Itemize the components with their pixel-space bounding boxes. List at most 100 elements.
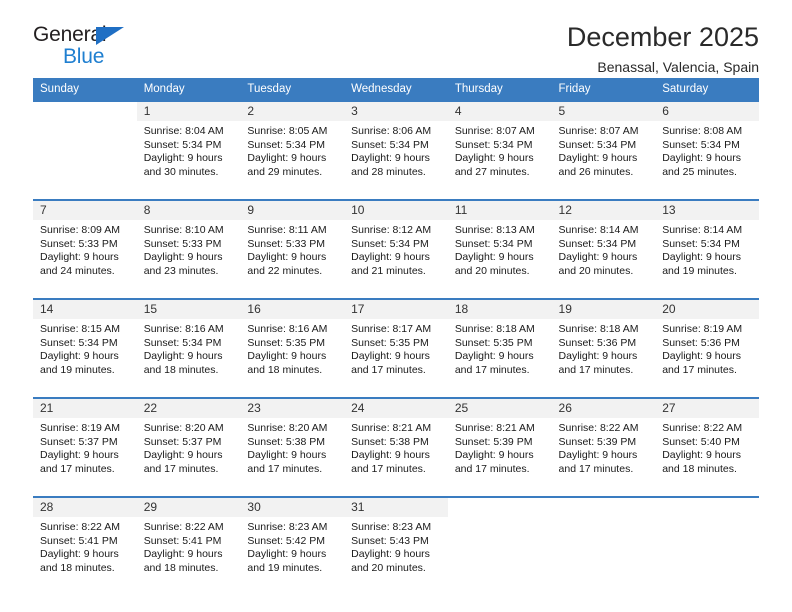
calendar-day-cell[interactable]: 21 Sunrise: 8:19 AM Sunset: 5:37 PM Dayligh… (33, 397, 137, 487)
day-detail-line: Sunset: 5:34 PM (454, 138, 533, 151)
logo-text-blue: Blue (63, 45, 105, 68)
day-number: 8 (136, 201, 241, 220)
day-number: 1 (136, 102, 241, 121)
calendar-day-cell[interactable]: 2 Sunrise: 8:05 AM Sunset: 5:34 PM Daylight… (240, 100, 345, 190)
day-details: Sunrise: 8:20 AM Sunset: 5:38 PM Daylight:… (240, 418, 344, 476)
calendar-day-cell[interactable]: 26 Sunrise: 8:22 AM Sunset: 5:39 PM Dayligh… (551, 397, 656, 487)
day-detail-line: Sunrise: 8:19 AM (40, 422, 120, 434)
calendar-day-cell[interactable]: 18 Sunrise: 8:18 AM Sunset: 5:35 PM Dayligh… (447, 298, 552, 388)
day-detail-line: Sunrise: 8:14 AM (558, 224, 639, 236)
calendar-day-cell[interactable]: 13 Sunrise: 8:14 AM Sunset: 5:34 PM Dayligh… (655, 199, 759, 289)
day-detail-line: Daylight: 9 hours (40, 251, 119, 264)
day-details: Sunrise: 8:19 AM Sunset: 5:36 PM Daylight:… (655, 319, 759, 377)
day-detail-line: and 18 minutes. (662, 462, 737, 475)
calendar-day-cell[interactable]: 3 Sunrise: 8:06 AM Sunset: 5:34 PM Daylight… (344, 100, 448, 190)
calendar-day-cell[interactable]: 5 Sunrise: 8:07 AM Sunset: 5:34 PM Daylight… (551, 100, 656, 190)
calendar-day-cell[interactable]: 17 Sunrise: 8:17 AM Sunset: 5:35 PM Dayligh… (344, 298, 448, 388)
day-number: 23 (240, 399, 345, 418)
day-detail-line: Sunrise: 8:07 AM (454, 125, 535, 137)
day-details: Sunrise: 8:15 AM Sunset: 5:34 PM Daylight:… (33, 319, 137, 377)
calendar-day-cell[interactable]: 30 Sunrise: 8:23 AM Sunset: 5:42 PM Dayligh… (240, 496, 345, 586)
day-number: 2 (240, 102, 345, 121)
page-subtitle: Benassal, Valencia, Spain (597, 59, 759, 76)
weekday-header-cell: Wednesday (344, 78, 448, 101)
calendar-week-row: 28 Sunrise: 8:22 AM Sunset: 5:41 PM Dayligh… (33, 496, 759, 586)
calendar-day-cell[interactable]: 24 Sunrise: 8:21 AM Sunset: 5:38 PM Dayligh… (344, 397, 448, 487)
day-detail-line: Sunset: 5:33 PM (40, 237, 118, 250)
day-detail-line: Daylight: 9 hours (558, 152, 638, 165)
day-detail-line: Daylight: 9 hours (247, 251, 327, 264)
calendar-day-cell[interactable]: 25 Sunrise: 8:21 AM Sunset: 5:39 PM Dayligh… (447, 397, 552, 487)
generalblue-logo[interactable]: General Blue (33, 22, 153, 70)
day-detail-line: Daylight: 9 hours (454, 152, 534, 165)
day-detail-line: Sunrise: 8:22 AM (40, 521, 120, 533)
day-detail-line: Sunset: 5:34 PM (558, 237, 637, 250)
week-spacer-cell (33, 289, 759, 299)
calendar-day-cell[interactable]: 22 Sunrise: 8:20 AM Sunset: 5:37 PM Dayligh… (136, 397, 241, 487)
day-number: 3 (344, 102, 448, 121)
day-detail-line: Sunset: 5:34 PM (558, 138, 637, 151)
calendar-cell-empty (551, 496, 656, 586)
calendar-day-cell[interactable]: 29 Sunrise: 8:22 AM Sunset: 5:41 PM Dayligh… (136, 496, 241, 586)
day-detail-line: and 17 minutes. (143, 462, 219, 475)
day-number: 27 (655, 399, 759, 418)
day-detail-line: and 20 minutes. (351, 561, 426, 574)
day-detail-line: Daylight: 9 hours (351, 350, 430, 363)
day-details: Sunrise: 8:08 AM Sunset: 5:34 PM Daylight:… (655, 121, 759, 179)
calendar-day-cell[interactable]: 14 Sunrise: 8:15 AM Sunset: 5:34 PM Dayligh… (33, 298, 137, 388)
day-detail-line: Sunset: 5:42 PM (247, 534, 326, 547)
day-detail-line: and 18 minutes. (247, 363, 323, 376)
day-detail-line: Sunrise: 8:20 AM (247, 422, 328, 434)
calendar-week-row: 7 Sunrise: 8:09 AM Sunset: 5:33 PM Daylight… (33, 199, 759, 289)
day-detail-line: Sunset: 5:34 PM (351, 138, 429, 151)
calendar-day-cell[interactable]: 8 Sunrise: 8:10 AM Sunset: 5:33 PM Daylight… (136, 199, 241, 289)
calendar-week-row: 1 Sunrise: 8:04 AM Sunset: 5:34 PM Daylight… (33, 100, 759, 190)
title-block: December 2025 Benassal, Valencia, Spain (567, 22, 759, 76)
day-detail-line: Sunrise: 8:07 AM (558, 125, 639, 137)
calendar-day-cell[interactable]: 28 Sunrise: 8:22 AM Sunset: 5:41 PM Dayligh… (33, 496, 137, 586)
day-number: 4 (447, 102, 552, 121)
calendar-cell-empty (33, 100, 137, 190)
weekday-header-cell: Thursday (447, 78, 552, 101)
day-detail-line: and 27 minutes. (454, 165, 530, 178)
calendar-day-cell[interactable]: 1 Sunrise: 8:04 AM Sunset: 5:34 PM Daylight… (136, 100, 241, 190)
calendar-day-cell[interactable]: 15 Sunrise: 8:16 AM Sunset: 5:34 PM Dayligh… (136, 298, 241, 388)
day-detail-line: and 17 minutes. (351, 462, 426, 475)
day-detail-line: Daylight: 9 hours (351, 251, 430, 264)
day-detail-line: Sunrise: 8:20 AM (143, 422, 224, 434)
day-detail-line: Daylight: 9 hours (351, 449, 430, 462)
calendar-day-cell[interactable]: 6 Sunrise: 8:08 AM Sunset: 5:34 PM Daylight… (655, 100, 759, 190)
calendar-day-cell[interactable]: 11 Sunrise: 8:13 AM Sunset: 5:34 PM Dayligh… (447, 199, 552, 289)
day-detail-line: and 20 minutes. (454, 264, 530, 277)
day-detail-line: Sunset: 5:34 PM (662, 237, 740, 250)
day-detail-line: and 17 minutes. (662, 363, 737, 376)
day-number: 5 (551, 102, 656, 121)
calendar-day-cell[interactable]: 10 Sunrise: 8:12 AM Sunset: 5:34 PM Dayligh… (344, 199, 448, 289)
calendar-day-cell[interactable]: 16 Sunrise: 8:16 AM Sunset: 5:35 PM Dayligh… (240, 298, 345, 388)
day-detail-line: Sunset: 5:33 PM (247, 237, 326, 250)
calendar-day-cell[interactable]: 12 Sunrise: 8:14 AM Sunset: 5:34 PM Dayligh… (551, 199, 656, 289)
day-details: Sunrise: 8:10 AM Sunset: 5:33 PM Daylight:… (137, 220, 241, 278)
day-details: Sunrise: 8:07 AM Sunset: 5:34 PM Daylight:… (448, 121, 552, 179)
calendar-day-cell[interactable]: 4 Sunrise: 8:07 AM Sunset: 5:34 PM Daylight… (447, 100, 552, 190)
calendar-day-cell[interactable]: 20 Sunrise: 8:19 AM Sunset: 5:36 PM Dayligh… (655, 298, 759, 388)
calendar-day-cell[interactable]: 23 Sunrise: 8:20 AM Sunset: 5:38 PM Dayligh… (240, 397, 345, 487)
calendar-day-cell[interactable]: 9 Sunrise: 8:11 AM Sunset: 5:33 PM Daylight… (240, 199, 345, 289)
day-detail-line: and 17 minutes. (40, 462, 115, 475)
day-number: 29 (136, 498, 241, 517)
day-number: 30 (240, 498, 345, 517)
week-spacer (33, 289, 759, 299)
calendar-day-cell[interactable]: 19 Sunrise: 8:18 AM Sunset: 5:36 PM Dayligh… (551, 298, 656, 388)
day-details: Sunrise: 8:22 AM Sunset: 5:39 PM Daylight:… (552, 418, 656, 476)
calendar-cell-empty (655, 496, 759, 586)
calendar-page: General Blue December 2025 Benassal, Val… (0, 0, 792, 612)
day-detail-line: and 19 minutes. (662, 264, 737, 277)
day-number: 9 (240, 201, 345, 220)
calendar-day-cell[interactable]: 27 Sunrise: 8:22 AM Sunset: 5:40 PM Dayligh… (655, 397, 759, 487)
day-detail-line: Sunset: 5:38 PM (351, 435, 429, 448)
day-detail-line: Sunrise: 8:18 AM (454, 323, 535, 335)
day-detail-line: Daylight: 9 hours (143, 548, 223, 561)
calendar-day-cell[interactable]: 31 Sunrise: 8:23 AM Sunset: 5:43 PM Dayligh… (344, 496, 448, 586)
day-detail-line: Daylight: 9 hours (454, 449, 534, 462)
calendar-day-cell[interactable]: 7 Sunrise: 8:09 AM Sunset: 5:33 PM Daylight… (33, 199, 137, 289)
